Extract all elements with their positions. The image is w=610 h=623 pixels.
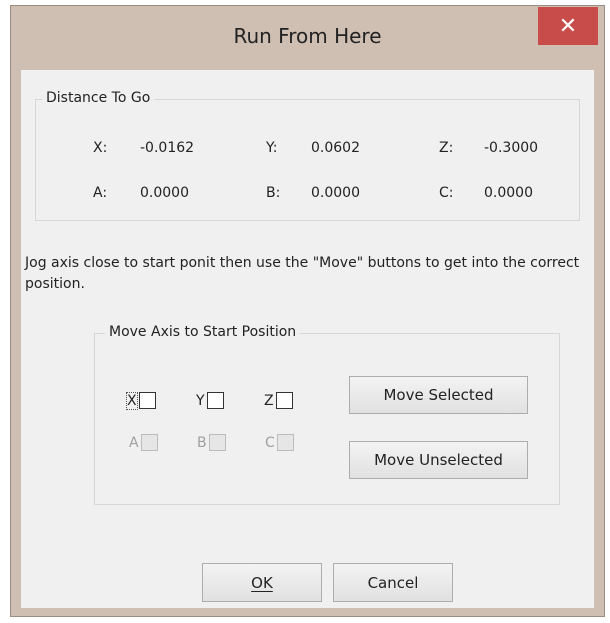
dialog-client-area: Distance To Go X: -0.0162 Y: 0.0602 Z: -… xyxy=(21,70,594,608)
cancel-button[interactable]: Cancel xyxy=(333,563,453,602)
c-distance-value: 0.0000 xyxy=(484,185,533,201)
ok-button[interactable]: OK xyxy=(202,563,322,602)
move-axis-group-title: Move Axis to Start Position xyxy=(105,324,301,340)
checkbox-a: A xyxy=(129,434,158,451)
checkbox-z[interactable]: Z xyxy=(264,392,293,409)
distance-to-go-group: Distance To Go X: -0.0162 Y: 0.0602 Z: -… xyxy=(35,90,580,221)
b-distance-value: 0.0000 xyxy=(311,185,360,201)
close-button[interactable]: ✕ xyxy=(538,7,598,45)
y-checkbox-box[interactable] xyxy=(206,392,224,409)
y-label: Y: xyxy=(266,140,278,156)
ok-button-label: OK xyxy=(251,573,273,592)
c-checkbox-label: C xyxy=(265,434,275,451)
x-label: X: xyxy=(93,140,108,156)
a-distance-value: 0.0000 xyxy=(140,185,189,201)
a-checkbox-label: A xyxy=(129,434,139,451)
a-label: A: xyxy=(93,185,108,201)
c-label: C: xyxy=(439,185,454,201)
x-checkbox-box[interactable] xyxy=(138,392,156,409)
z-checkbox-box[interactable] xyxy=(275,392,293,409)
b-checkbox-box xyxy=(208,434,226,451)
a-checkbox-box xyxy=(140,434,158,451)
z-checkbox-label: Z xyxy=(264,392,274,409)
c-checkbox-box xyxy=(276,434,294,451)
z-distance-value: -0.3000 xyxy=(484,140,539,156)
title-bar: Run From Here ✕ xyxy=(11,6,604,66)
x-distance-value: -0.0162 xyxy=(140,140,195,156)
b-label: B: xyxy=(266,185,281,201)
run-from-here-dialog: Run From Here ✕ Distance To Go X: -0.016… xyxy=(10,5,605,617)
z-label: Z: xyxy=(439,140,454,156)
move-unselected-button[interactable]: Move Unselected xyxy=(349,441,528,479)
checkbox-x[interactable]: X xyxy=(126,391,156,410)
distance-to-go-title: Distance To Go xyxy=(42,90,155,106)
move-axis-group: Move Axis to Start Position X Y Z A B C … xyxy=(94,324,560,505)
y-distance-value: 0.0602 xyxy=(311,140,360,156)
cancel-button-label: Cancel xyxy=(367,573,419,592)
close-icon: ✕ xyxy=(558,13,578,39)
y-checkbox-label: Y xyxy=(196,392,205,409)
checkbox-b: B xyxy=(197,434,226,451)
b-checkbox-label: B xyxy=(197,434,207,451)
dialog-title: Run From Here xyxy=(233,24,382,48)
checkbox-c: C xyxy=(265,434,294,451)
x-checkbox-label: X xyxy=(126,391,138,410)
instructions-text: Jog axis close to start ponit then use t… xyxy=(25,255,580,292)
checkbox-y[interactable]: Y xyxy=(196,392,224,409)
move-selected-button[interactable]: Move Selected xyxy=(349,376,528,414)
